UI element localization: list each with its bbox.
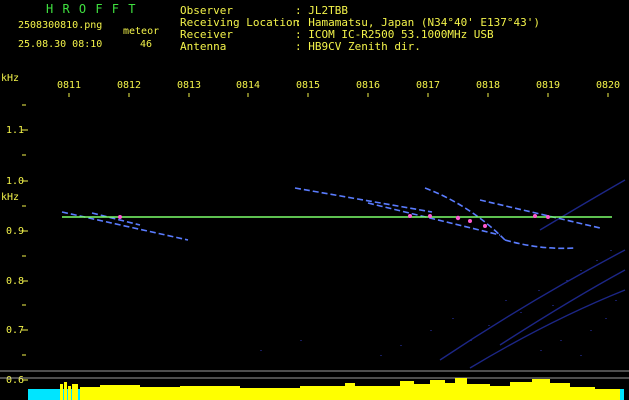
noise-speckle [260,250,617,356]
time-tick-marks [68,93,609,97]
spectrogram-plot [0,93,629,400]
meteor-heads [118,214,550,228]
faint-traces [439,179,626,369]
meteor-traces [61,187,601,250]
level-bars [60,378,620,400]
freq-tick-marks [22,104,28,381]
